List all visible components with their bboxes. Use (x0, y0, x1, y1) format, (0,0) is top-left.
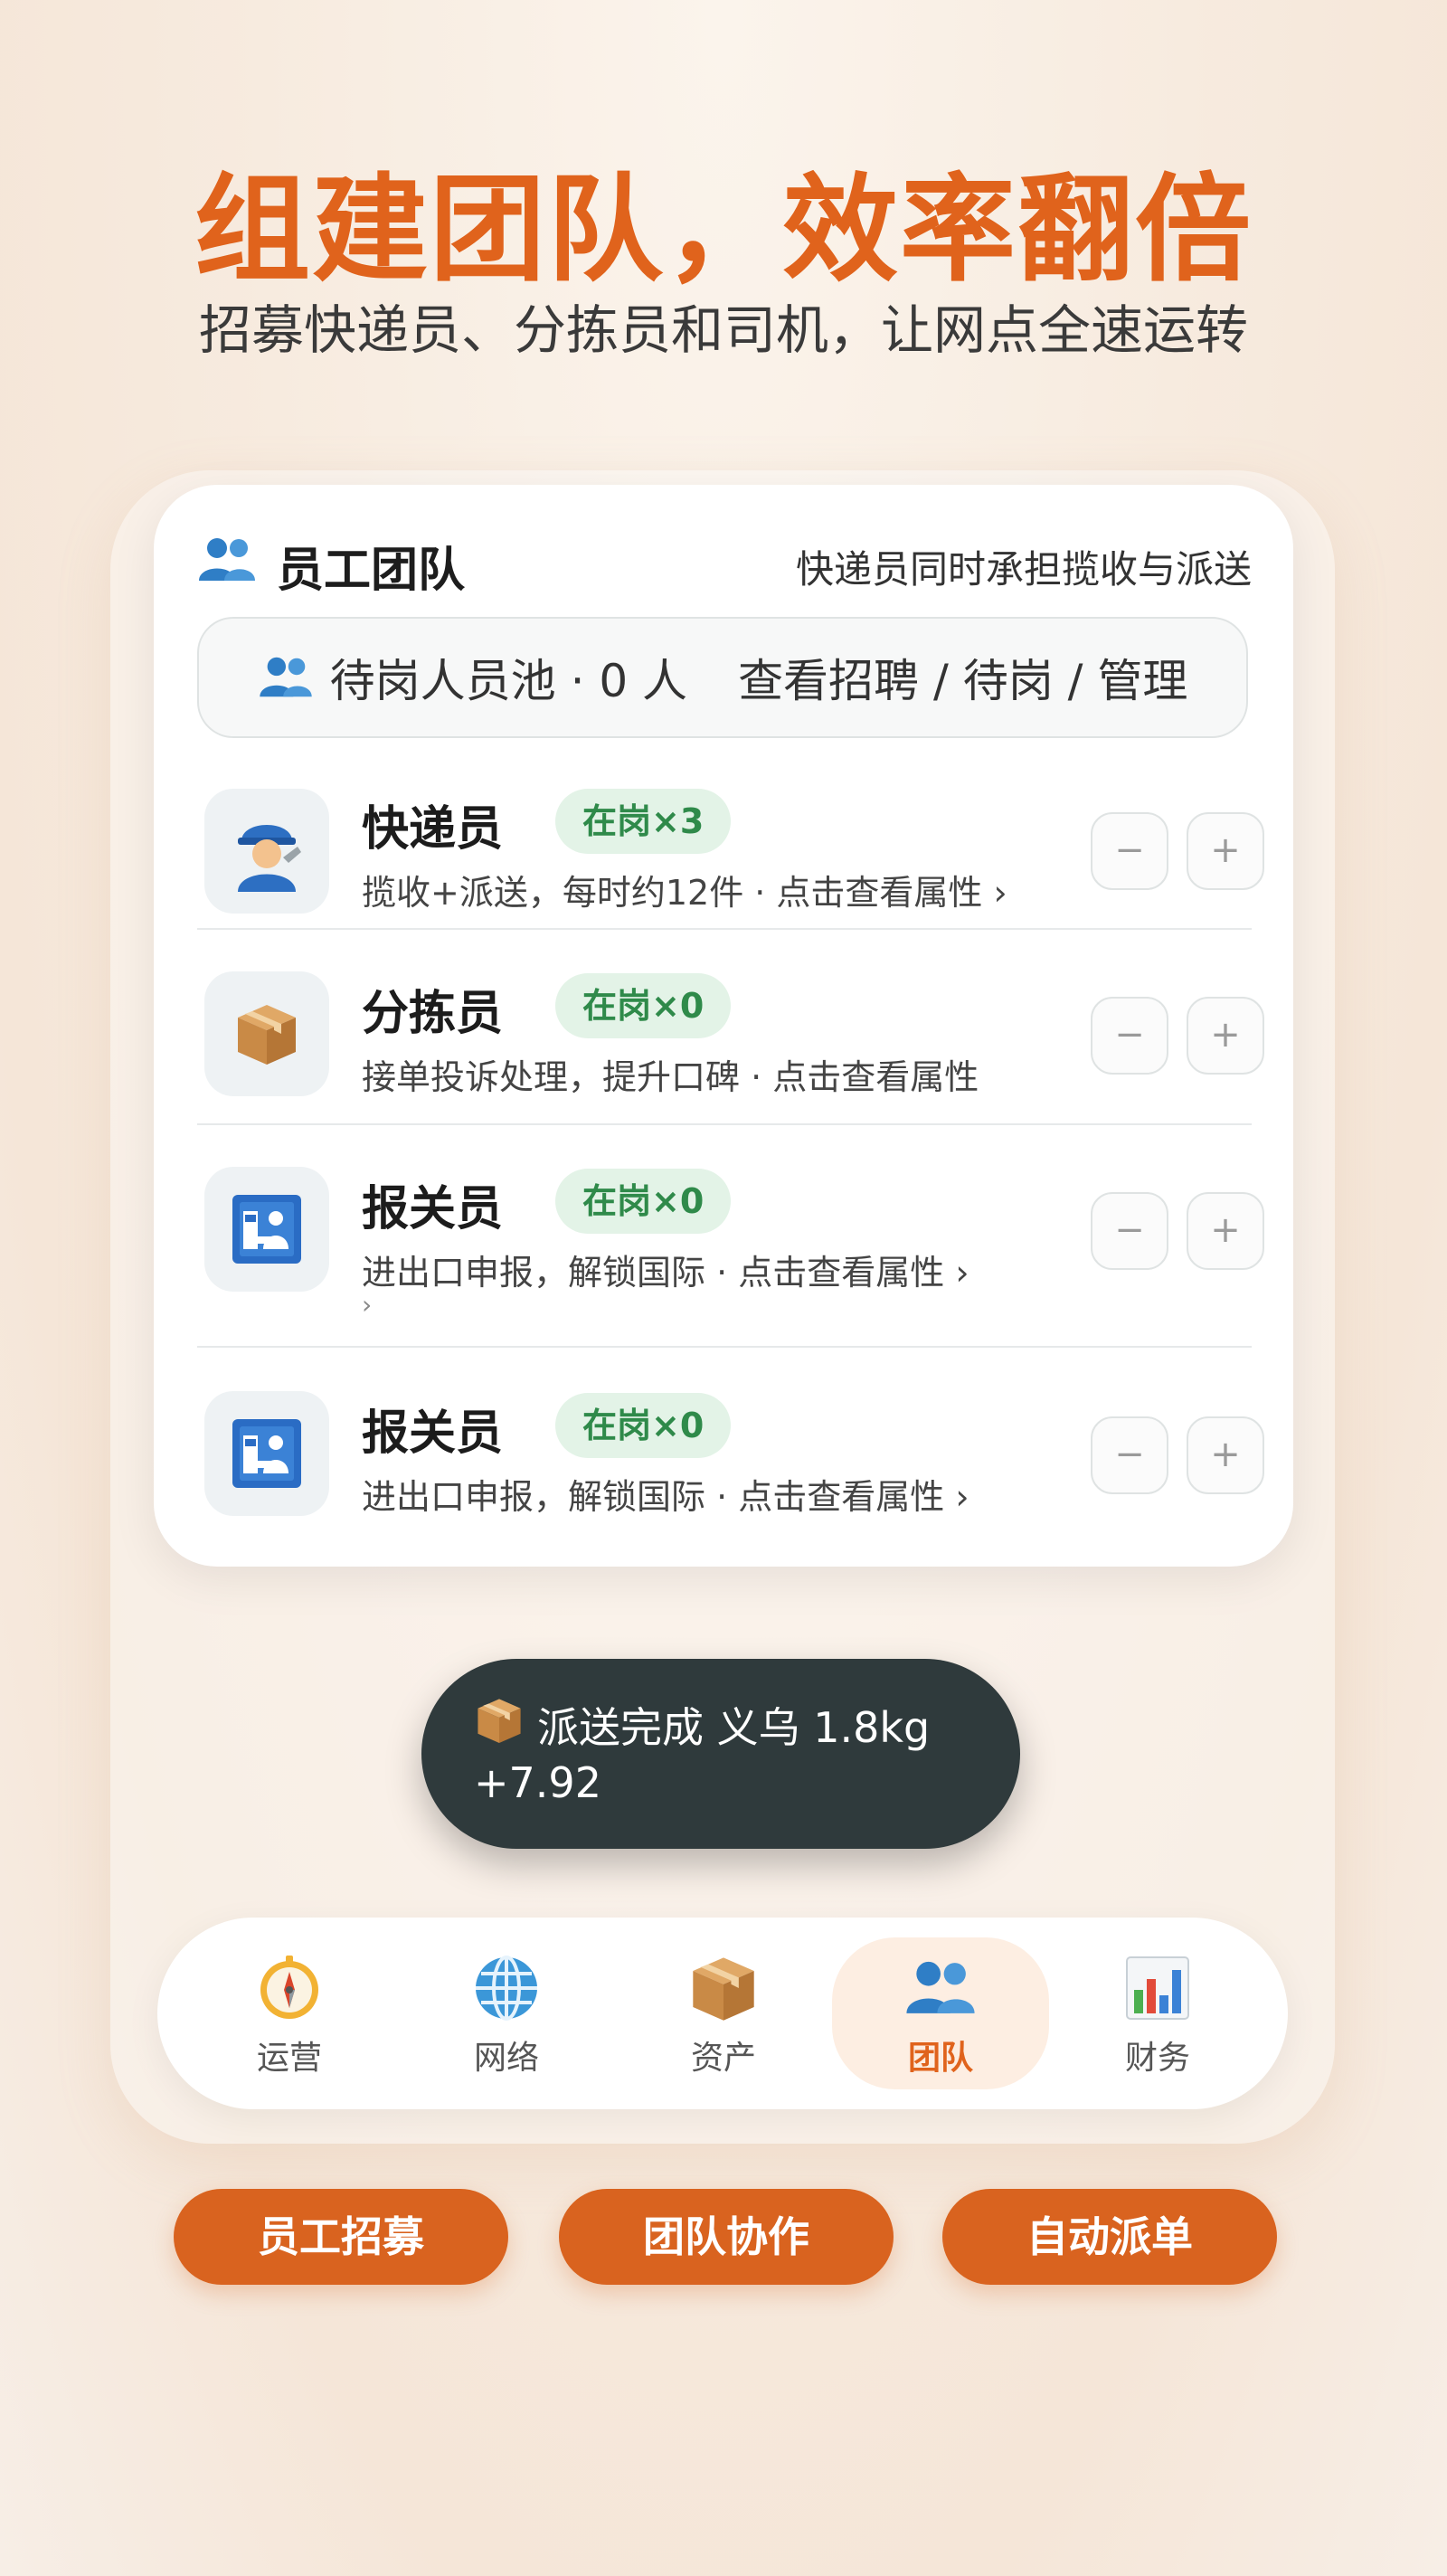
on-duty-badge: 在岗×0 (555, 1393, 732, 1458)
bottom-nav: 运营 网络 资产 团队 财务 (157, 1918, 1288, 2109)
divider (197, 928, 1252, 930)
compass-icon (260, 1956, 318, 2019)
role-description-link[interactable]: 接单投诉处理，提升口碑 · 点击查看属性 (362, 1049, 979, 1099)
feature-teamwork: 团队协作 (559, 2189, 894, 2285)
increase-button[interactable]: + (1187, 997, 1264, 1075)
decrease-button[interactable]: − (1091, 812, 1168, 890)
standby-pool-count: 待岗人员池 · 0 人 (329, 655, 688, 707)
nav-label: 运营 (256, 2040, 322, 2077)
nav-tab-operations[interactable]: 运营 (181, 1937, 398, 2089)
role-name: 快递员 (362, 802, 504, 857)
package-icon (478, 1699, 521, 1744)
role-description-link[interactable]: 进出口申报，解锁国际 · 点击查看属性 › (362, 1469, 969, 1519)
role-name: 分拣员 (362, 987, 504, 1041)
nav-label: 团队 (907, 2040, 973, 2077)
staff-row-customs: 报关员 在岗×0 进出口申报，解锁国际 · 点击查看属性 › − + (197, 1377, 1264, 1539)
nav-label: 资产 (690, 2040, 756, 2077)
standby-pool-action: 查看招聘 / 待岗 / 管理 (738, 655, 1188, 707)
role-description-link[interactable]: 揽收+派送，每时约12件 · 点击查看属性 › (362, 865, 1007, 914)
decrease-button[interactable]: − (1091, 997, 1168, 1075)
role-name: 报关员 (362, 1182, 504, 1236)
toast-amount: +7.92 (474, 1758, 601, 1807)
bar-chart-icon (1126, 1956, 1189, 2020)
divider (197, 1123, 1252, 1125)
customs-officer-icon (204, 1167, 329, 1292)
people-icon (259, 657, 312, 697)
on-duty-badge: 在岗×0 (555, 1169, 732, 1234)
role-name: 报关员 (362, 1406, 504, 1461)
on-duty-badge: 在岗×0 (555, 973, 732, 1038)
card-title: 员工团队 (277, 544, 466, 598)
hero-subtitle: 招募快递员、分拣员和司机，让网点全速运转 (198, 299, 1248, 361)
divider (197, 1346, 1252, 1348)
increase-button[interactable]: + (1187, 1192, 1264, 1270)
people-icon (199, 538, 255, 581)
nav-label: 财务 (1124, 2040, 1190, 2077)
toast-message: 派送完成 义乌 1.8kg (537, 1703, 931, 1752)
people-icon (906, 1961, 975, 2013)
staff-row-customs: 报关员 在岗×0 进出口申报，解锁国际 · 点击查看属性 › › − + (197, 1154, 1264, 1344)
customs-officer-icon (204, 1391, 329, 1516)
on-duty-badge: 在岗×3 (555, 789, 732, 854)
nav-tab-team[interactable]: 团队 (832, 1937, 1049, 2089)
nav-tab-assets[interactable]: 资产 (615, 1937, 832, 2089)
courier-avatar-icon (204, 789, 329, 914)
package-icon (693, 1957, 754, 2021)
card-note: 快递员同时承担揽收与派送 (795, 547, 1252, 592)
role-description-link[interactable]: 进出口申报，解锁国际 · 点击查看属性 › (362, 1245, 969, 1294)
delivery-toast: 派送完成 义乌 1.8kg +7.92 (421, 1659, 1020, 1849)
card-header: 员工团队 快递员同时承担揽收与派送 (197, 528, 1252, 598)
staff-row-courier: 快递员 在岗×3 揽收+派送，每时约12件 · 点击查看属性 › − + (197, 771, 1264, 933)
increase-button[interactable]: + (1187, 1416, 1264, 1494)
stray-chevron: › (362, 1290, 373, 1320)
feature-auto-dispatch: 自动派单 (942, 2189, 1277, 2285)
standby-pool-button[interactable]: 待岗人员池 · 0 人 查看招聘 / 待岗 / 管理 (197, 617, 1248, 738)
staff-row-sorter: 分拣员 在岗×0 接单投诉处理，提升口碑 · 点击查看属性 − + (197, 959, 1264, 1122)
increase-button[interactable]: + (1187, 812, 1264, 890)
package-icon (204, 971, 329, 1096)
feature-recruit: 员工招募 (174, 2189, 508, 2285)
team-card: 员工团队 快递员同时承担揽收与派送 待岗人员池 · 0 人 查看招聘 / 待岗 … (154, 485, 1293, 1567)
globe-icon (476, 1956, 537, 2021)
hero-title: 组建团队，效率翻倍 (194, 163, 1253, 298)
decrease-button[interactable]: − (1091, 1192, 1168, 1270)
nav-tab-finance[interactable]: 财务 (1049, 1937, 1266, 2089)
nav-tab-network[interactable]: 网络 (398, 1937, 615, 2089)
decrease-button[interactable]: − (1091, 1416, 1168, 1494)
nav-label: 网络 (473, 2040, 539, 2077)
